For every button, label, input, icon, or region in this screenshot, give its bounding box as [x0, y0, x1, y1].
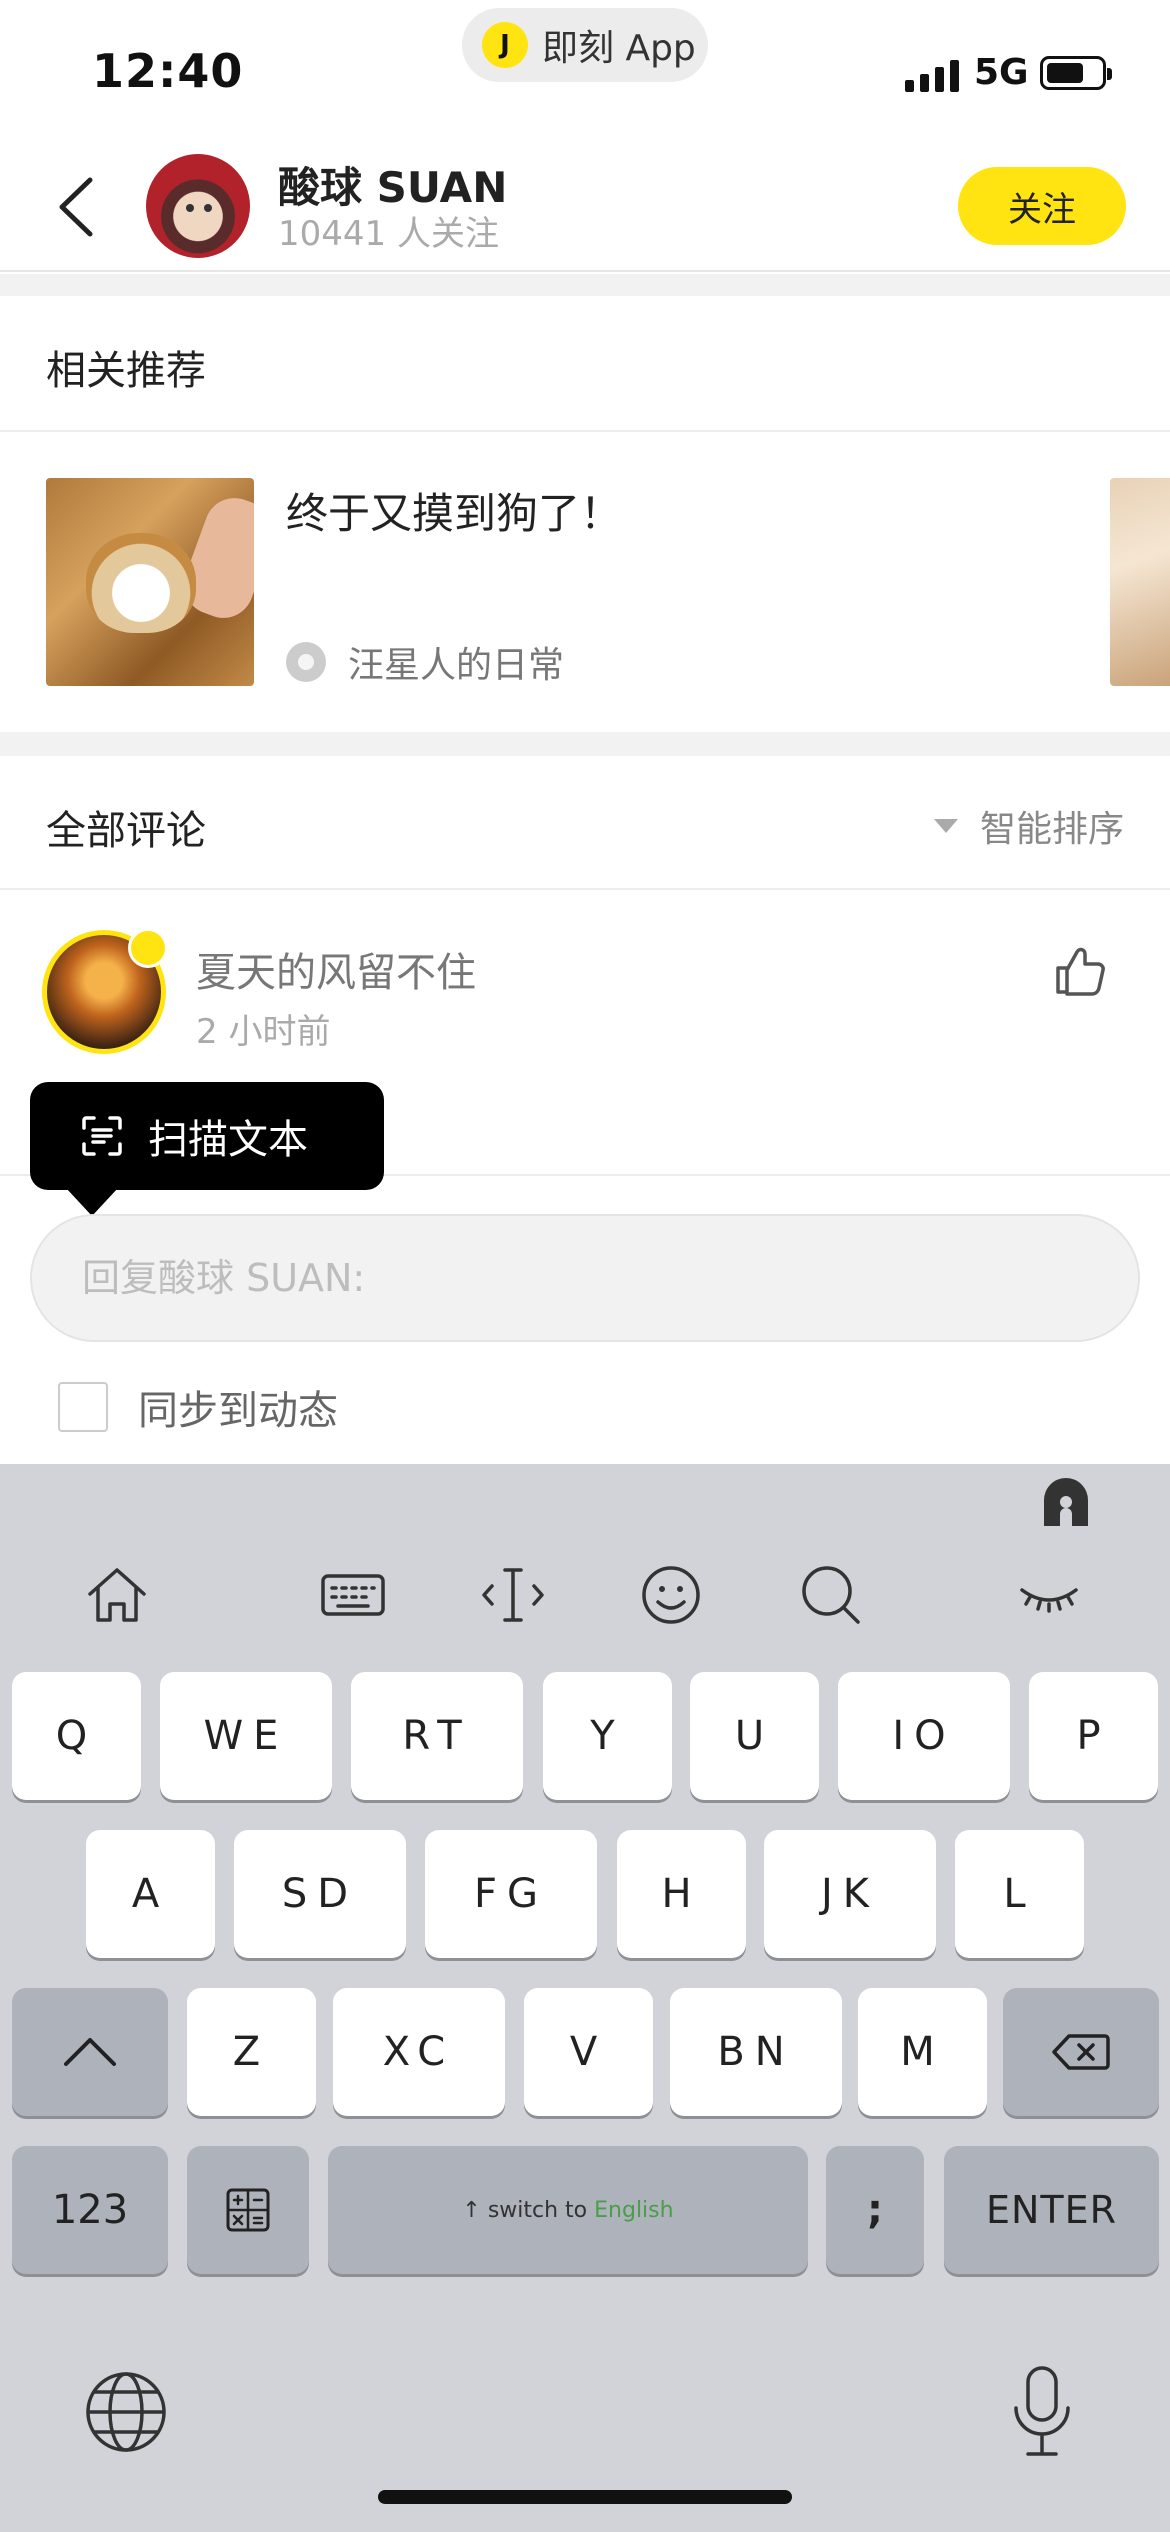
key-io[interactable]: IO [838, 1672, 1010, 1800]
sync-label: 同步到动态 [138, 1388, 338, 1434]
sync-option[interactable]: 同步到动态 [58, 1378, 338, 1436]
key-sd[interactable]: SD [234, 1830, 406, 1958]
divider [0, 888, 1170, 890]
key-l[interactable]: L [955, 1830, 1084, 1958]
network-type: 5G [974, 52, 1029, 93]
section-gap [0, 732, 1170, 756]
key-p[interactable]: P [1029, 1672, 1158, 1800]
space-key[interactable]: ↑ switch to English [328, 2146, 808, 2274]
status-bar: 12:40 J 即刻 App 5G [0, 0, 1170, 140]
sort-selector[interactable]: 智能排序 [933, 800, 1124, 852]
comment-time: 2 小时前 [196, 1012, 331, 1052]
related-topic-label: 汪星人的日常 [348, 645, 565, 686]
jike-logo-icon: J [482, 22, 528, 68]
microphone-icon[interactable] [1010, 2364, 1074, 2460]
semicolon-key[interactable]: ; [826, 2146, 924, 2274]
comments-title: 全部评论 [46, 808, 206, 854]
related-item-title: 终于又摸到狗了！ [286, 489, 623, 538]
key-v[interactable]: V [524, 1988, 653, 2116]
key-m[interactable]: M [858, 1988, 987, 2116]
shift-arrow-icon [64, 2038, 116, 2066]
thumbs-up-icon[interactable] [1052, 944, 1106, 998]
key-h[interactable]: H [617, 1830, 746, 1958]
key-u[interactable]: U [690, 1672, 819, 1800]
key-q[interactable]: Q [12, 1672, 141, 1800]
key-a[interactable]: A [86, 1830, 215, 1958]
avatar[interactable] [146, 154, 250, 258]
key-y[interactable]: Y [543, 1672, 672, 1800]
battery-icon [1040, 56, 1112, 90]
home-indicator[interactable] [378, 2490, 792, 2504]
scan-text-label: 扫描文本 [148, 1117, 308, 1163]
divider [0, 430, 1170, 432]
related-thumbnail-next[interactable] [1110, 478, 1170, 686]
key-bn[interactable]: BN [670, 1988, 842, 2116]
comment-username[interactable]: 夏天的风留不住 [196, 940, 476, 998]
calculator-icon [226, 2188, 270, 2232]
triangle-down-icon [933, 819, 958, 833]
key-we[interactable]: WE [160, 1672, 332, 1800]
key-xc[interactable]: XC [333, 1988, 505, 2116]
status-time: 12:40 [92, 44, 244, 98]
profile-header: 酸球 SUAN 10441 人关注 关注 [0, 140, 1170, 272]
hide-keyboard-icon[interactable] [1014, 1560, 1084, 1630]
key-z[interactable]: Z [187, 1988, 316, 2116]
shift-key[interactable] [12, 1988, 168, 2116]
scan-text-icon [82, 1116, 122, 1156]
app-pill[interactable]: J 即刻 App [462, 8, 708, 82]
app-pill-label: 即刻 App [542, 28, 696, 69]
scan-text-tooltip[interactable]: 扫描文本 [30, 1082, 384, 1216]
space-hint: ↑ switch to [462, 2197, 595, 2223]
key-rt[interactable]: RT [351, 1672, 523, 1800]
backspace-icon [1052, 2034, 1110, 2070]
related-thumbnail [46, 478, 254, 686]
section-gap [0, 274, 1170, 296]
cursor-move-icon[interactable] [478, 1560, 548, 1630]
cellular-signal-icon [905, 58, 959, 92]
balloon-badge-icon [128, 928, 168, 968]
home-icon[interactable] [82, 1560, 152, 1630]
delete-key[interactable] [1003, 1988, 1159, 2116]
search-icon[interactable] [796, 1560, 866, 1630]
keyboard-icon[interactable] [318, 1560, 388, 1630]
sort-label: 智能排序 [979, 809, 1124, 850]
emoji-icon[interactable] [636, 1560, 706, 1630]
globe-icon[interactable] [84, 2370, 168, 2454]
numbers-key[interactable]: 123 [12, 2146, 168, 2274]
related-title: 相关推荐 [46, 348, 206, 394]
calculator-key[interactable] [187, 2146, 309, 2274]
enter-key[interactable]: ENTER [944, 2146, 1159, 2274]
sync-checkbox[interactable] [58, 1382, 108, 1432]
back-arrow-icon[interactable] [52, 174, 102, 240]
space-language: English [594, 2197, 674, 2223]
keyboard-logo-icon[interactable] [1038, 1474, 1094, 1530]
topic-icon [286, 642, 326, 682]
related-topic[interactable]: 汪星人的日常 [286, 636, 564, 688]
key-fg[interactable]: FG [425, 1830, 597, 1958]
reply-input[interactable] [30, 1214, 1140, 1342]
follower-count: 10441 人关注 [278, 214, 499, 254]
follow-button[interactable]: 关注 [958, 167, 1126, 245]
key-jk[interactable]: JK [764, 1830, 936, 1958]
